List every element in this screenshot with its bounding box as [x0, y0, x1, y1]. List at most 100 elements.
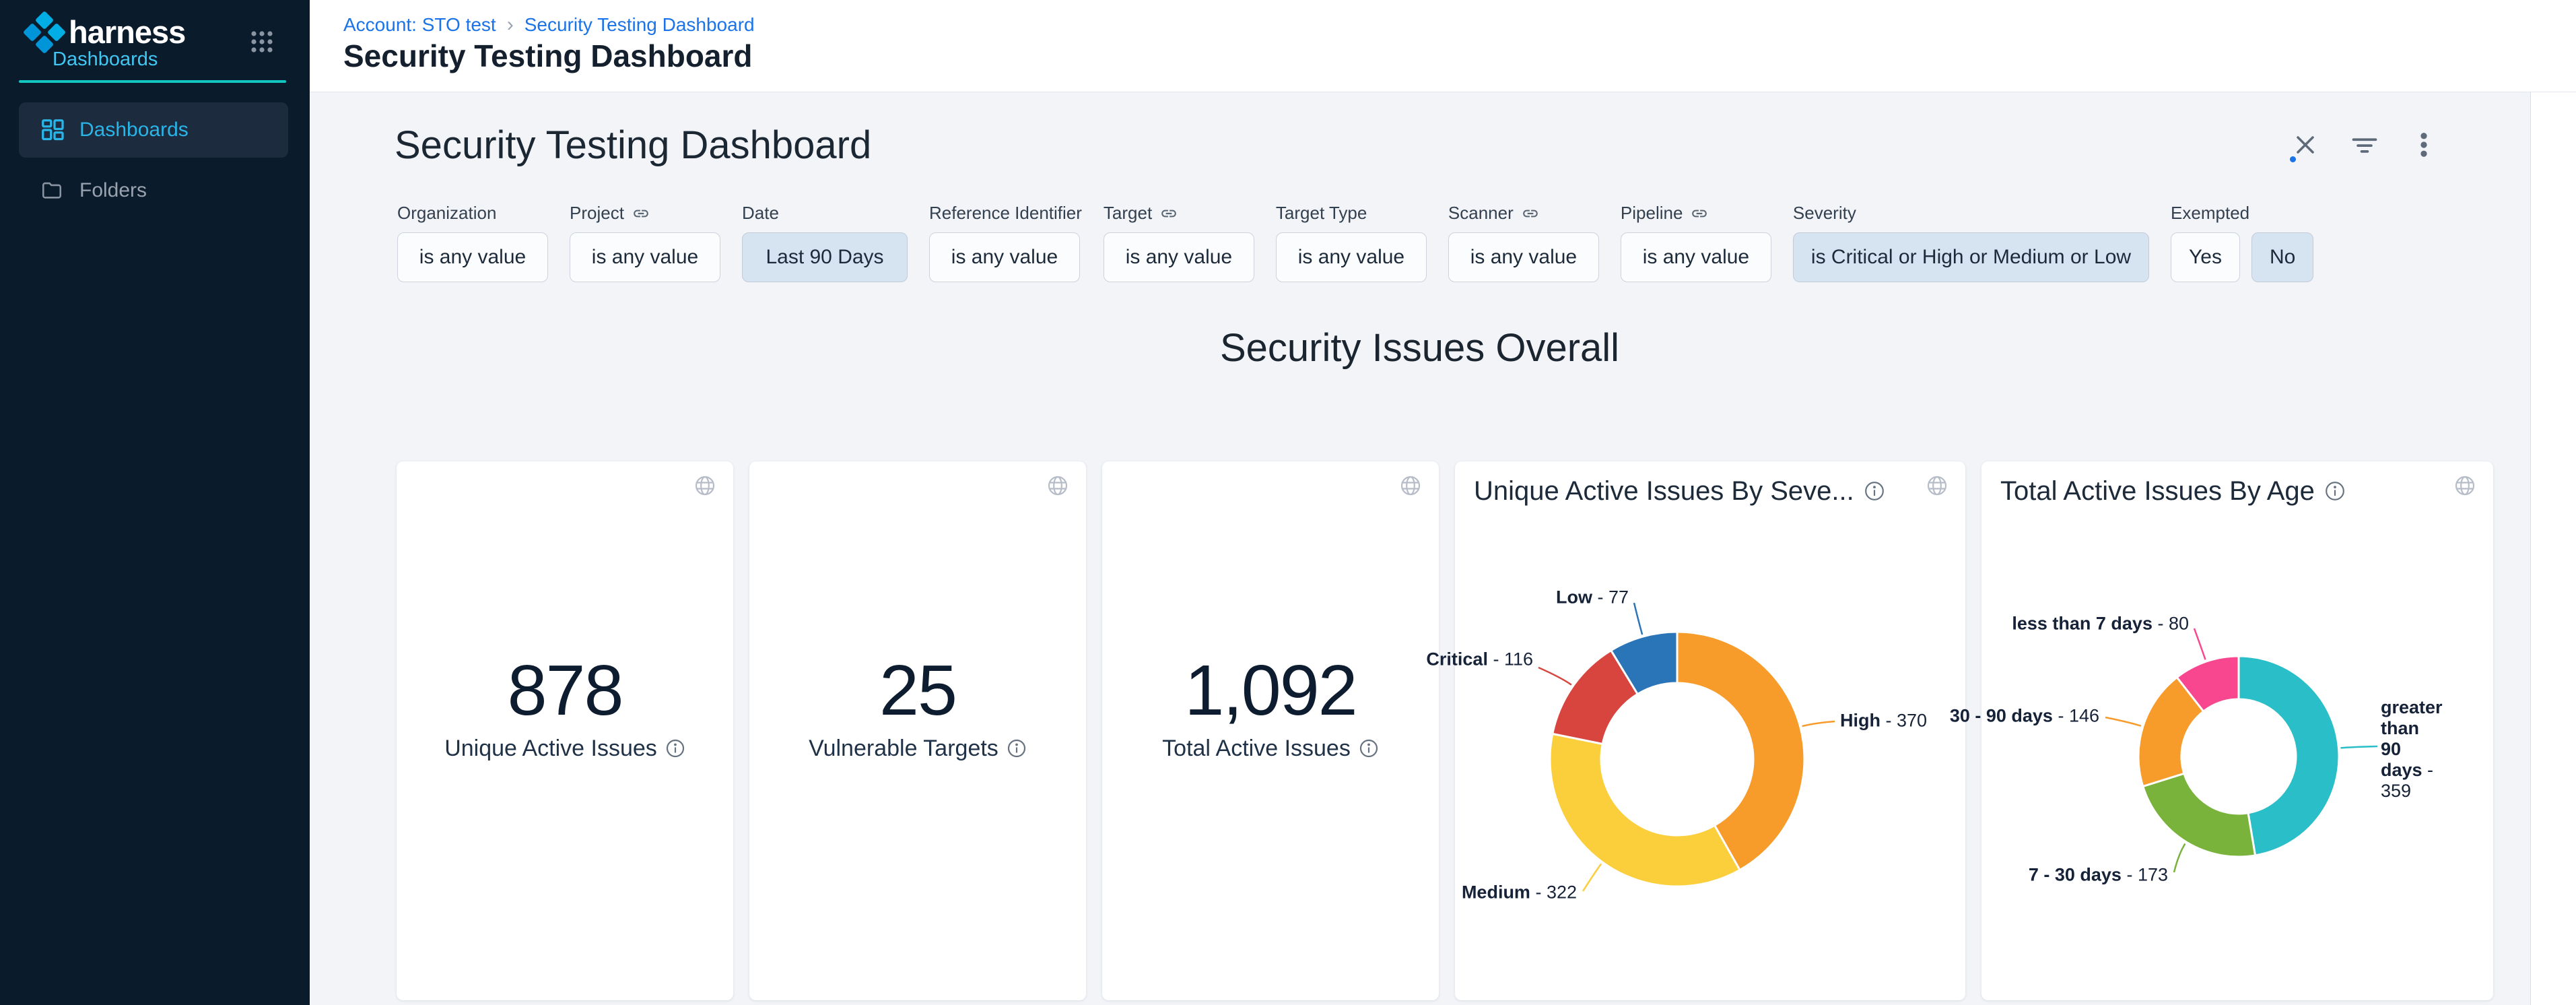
- sidebar-item-folders[interactable]: Folders: [19, 170, 288, 212]
- page-header: Account: STO test › Security Testing Das…: [310, 0, 2576, 92]
- tile-unique-active-issues-by-severity: High - 370Medium - 322Critical - 116Low …: [1455, 461, 1965, 1000]
- link-icon: [1691, 205, 1708, 222]
- label-connector: [1538, 668, 1571, 685]
- filter-label: Scanner: [1448, 203, 1514, 224]
- filter-value-chip[interactable]: is any value: [929, 232, 1080, 282]
- label-connector: [2194, 628, 2206, 659]
- exempted-no-button[interactable]: No: [2251, 232, 2313, 282]
- filter-icon[interactable]: [2350, 130, 2379, 160]
- filter-value-chip[interactable]: is Critical or High or Medium or Low: [1793, 232, 2149, 282]
- filter-label: Pipeline: [1621, 203, 1683, 224]
- filter-label: Date: [742, 203, 779, 224]
- breadcrumb-account-link[interactable]: Account: STO test: [343, 14, 496, 36]
- dashboard-actions: [2291, 130, 2439, 160]
- chevron-right-icon: ›: [507, 13, 514, 36]
- filter-severity: Severity is Critical or High or Medium o…: [1793, 203, 2149, 282]
- label-connector: [2174, 843, 2185, 872]
- link-icon: [1522, 205, 1539, 222]
- sidebar-divider: [19, 80, 286, 83]
- module-label: Dashboards: [53, 48, 158, 71]
- tile-vulnerable-targets: 25 Vulnerable Targets: [749, 461, 1086, 1000]
- metric-label: Unique Active Issues: [444, 736, 657, 762]
- sidebar: harness Dashboards Dashboards: [0, 0, 310, 1005]
- label-connector: [1634, 603, 1642, 635]
- breadcrumb: Account: STO test › Security Testing Das…: [343, 13, 755, 36]
- filter-label: Target Type: [1276, 203, 1367, 224]
- chart-title: Total Active Issues By Age: [2000, 476, 2315, 507]
- filter-label: Severity: [1793, 203, 1856, 224]
- harness-logo-icon[interactable]: [23, 11, 66, 54]
- filter-pipeline: Pipeline is any value: [1621, 203, 1771, 282]
- cursor-dot: [2290, 156, 2296, 162]
- filter-label: Organization: [397, 203, 496, 224]
- scrollbar-track[interactable]: [2530, 92, 2576, 1005]
- sidebar-nav: Dashboards Folders: [0, 102, 310, 212]
- filter-value-chip[interactable]: is any value: [570, 232, 720, 282]
- dashboards-icon: [40, 118, 65, 142]
- filter-value-chip[interactable]: is any value: [1621, 232, 1771, 282]
- filter-project: Project is any value: [570, 203, 720, 282]
- label-connector: [1583, 864, 1601, 891]
- tile-total-active-issues-by-age: greater than 90 days - 3597 - 30 days - …: [1981, 461, 2493, 1000]
- filter-exempted: Exempted Yes No: [2171, 203, 2313, 282]
- filter-label: Target: [1104, 203, 1152, 224]
- filter-date: Date Last 90 Days: [742, 203, 908, 282]
- metric-label: Vulnerable Targets: [809, 736, 998, 762]
- breadcrumb-page-link[interactable]: Security Testing Dashboard: [524, 14, 755, 36]
- filter-reference-identifier: Reference Identifier is any value: [929, 203, 1082, 282]
- filter-target: Target is any value: [1104, 203, 1254, 282]
- filter-value-chip[interactable]: is any value: [397, 232, 548, 282]
- globe-icon[interactable]: [1044, 472, 1071, 499]
- apps-grid-icon[interactable]: [248, 28, 275, 55]
- filter-label: Reference Identifier: [929, 203, 1082, 224]
- metric-value: 878: [508, 655, 623, 726]
- info-icon[interactable]: [1864, 480, 1885, 502]
- globe-icon[interactable]: [2451, 472, 2478, 499]
- label-connector: [1802, 721, 1835, 726]
- sidebar-item-label: Folders: [79, 179, 147, 202]
- filter-value-chip[interactable]: Last 90 Days: [742, 232, 908, 282]
- page-title: Security Testing Dashboard: [343, 38, 753, 74]
- filter-value-chip[interactable]: is any value: [1276, 232, 1427, 282]
- filter-organization: Organization is any value: [397, 203, 548, 282]
- metric-label: Total Active Issues: [1162, 736, 1351, 762]
- filter-value-chip[interactable]: is any value: [1448, 232, 1599, 282]
- content-region: Account: STO test › Security Testing Das…: [310, 0, 2576, 1005]
- donut-slice-medium[interactable]: [1550, 734, 1740, 886]
- filter-target-type: Target Type is any value: [1276, 203, 1427, 282]
- filter-bar: Organization is any value Project is any…: [397, 203, 2576, 282]
- link-icon: [1160, 205, 1178, 222]
- info-icon[interactable]: [2324, 480, 2346, 502]
- tiles-row: 878 Unique Active Issues 25 V: [397, 461, 2576, 1000]
- globe-icon[interactable]: [1397, 472, 1424, 499]
- tile-total-active-issues: 1,092 Total Active Issues: [1102, 461, 1439, 1000]
- donut-chart-severity: [1455, 461, 1965, 1000]
- donut-chart-age: [1981, 461, 2493, 1000]
- exempted-yes-button[interactable]: Yes: [2171, 232, 2240, 282]
- info-icon[interactable]: [1007, 738, 1027, 758]
- filter-label: Exempted: [2171, 203, 2249, 224]
- kebab-menu-icon[interactable]: [2409, 130, 2439, 160]
- metric-value: 25: [879, 655, 956, 726]
- donut-slice-7---30-days[interactable]: [2143, 773, 2256, 857]
- section-title: Security Issues Overall: [310, 328, 2530, 369]
- filter-label: Project: [570, 203, 624, 224]
- link-icon: [632, 205, 650, 222]
- close-icon[interactable]: [2291, 130, 2320, 160]
- chart-title: Unique Active Issues By Seve...: [1474, 476, 1854, 507]
- metric-value: 1,092: [1184, 655, 1356, 726]
- tile-unique-active-issues: 878 Unique Active Issues: [397, 461, 733, 1000]
- info-icon[interactable]: [1359, 738, 1379, 758]
- sidebar-item-label: Dashboards: [79, 119, 189, 141]
- globe-icon[interactable]: [1924, 472, 1951, 499]
- globe-icon[interactable]: [691, 472, 718, 499]
- label-connector: [2340, 746, 2377, 748]
- donut-slice-greater-than-90-days[interactable]: [2239, 656, 2339, 855]
- filter-value-chip[interactable]: is any value: [1104, 232, 1254, 282]
- sidebar-item-dashboards[interactable]: Dashboards: [19, 102, 288, 158]
- info-icon[interactable]: [665, 738, 685, 758]
- dashboard-main: Security Testing Dashboard Or: [310, 92, 2576, 1005]
- folder-icon: [40, 179, 65, 203]
- brand-name[interactable]: harness: [69, 11, 185, 54]
- label-connector: [2105, 717, 2141, 726]
